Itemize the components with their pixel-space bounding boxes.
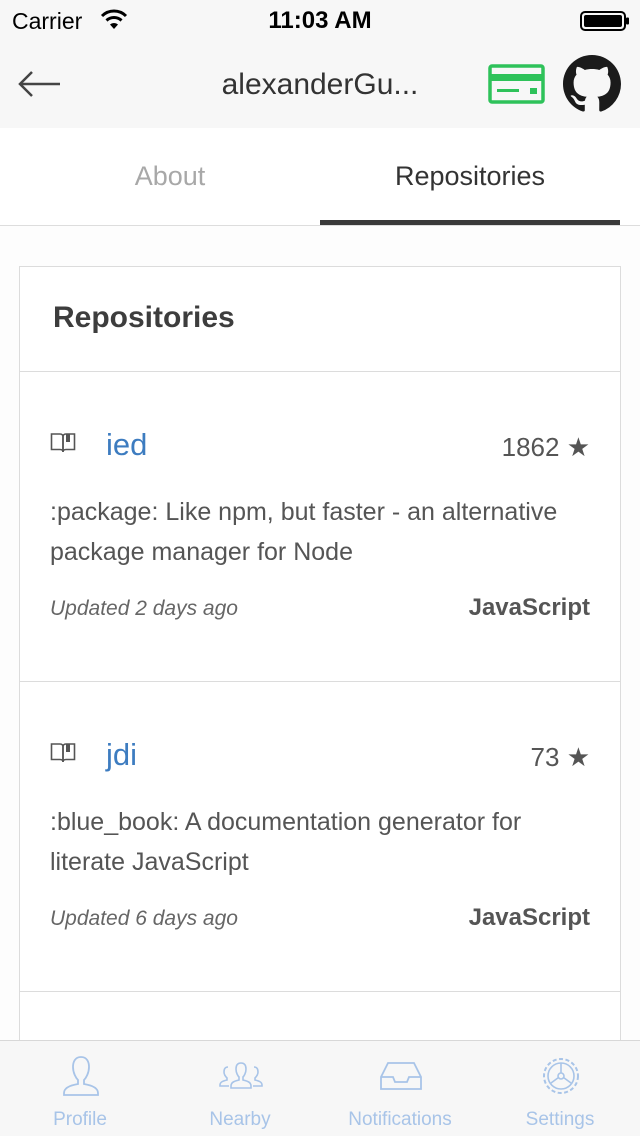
tabbar-label: Profile <box>53 1109 107 1130</box>
back-arrow-icon[interactable] <box>16 64 64 104</box>
repo-updated: Updated 6 days ago <box>50 907 238 930</box>
profile-tabs: About Repositories <box>0 128 640 226</box>
nearby-icon <box>219 1062 263 1089</box>
card-heading: Repositories <box>53 301 235 334</box>
status-bar: Carrier 11:03 AM <box>0 0 640 40</box>
repo-stars: 1862 ★ <box>501 432 590 462</box>
card-header: Repositories <box>20 267 620 372</box>
nav-bar: alexanderGu... <box>0 40 640 128</box>
content-area[interactable]: Repositories ied 1862 ★ :package: Like n… <box>0 226 640 1040</box>
bottom-tab-bar: Profile Nearby Notifications Settings <box>0 1040 640 1136</box>
clock: 11:03 AM <box>268 7 372 34</box>
tab-about[interactable]: About <box>20 128 320 225</box>
github-icon[interactable] <box>563 55 621 113</box>
repo-item[interactable]: ied 1862 ★ :package: Like npm, but faste… <box>20 372 620 682</box>
repo-language: JavaScript <box>468 594 590 621</box>
profile-icon <box>63 1056 99 1096</box>
book-icon <box>50 743 76 763</box>
tabbar-label: Notifications <box>348 1109 452 1130</box>
gear-icon <box>543 1058 579 1094</box>
repo-name[interactable]: ied <box>106 427 147 463</box>
tabbar-nearby[interactable]: Nearby <box>160 1041 320 1136</box>
tabbar-label: Nearby <box>209 1109 271 1130</box>
repo-name[interactable]: jdi <box>106 737 137 773</box>
tabbar-settings[interactable]: Settings <box>480 1041 640 1136</box>
book-icon <box>50 433 76 453</box>
tab-repositories[interactable]: Repositories <box>320 128 620 225</box>
active-tab-indicator <box>320 220 620 225</box>
inbox-icon <box>380 1062 422 1090</box>
tabbar-label: Settings <box>525 1109 595 1130</box>
repo-language: JavaScript <box>468 904 590 931</box>
battery-icon <box>580 11 629 31</box>
tabbar-profile[interactable]: Profile <box>0 1041 160 1136</box>
repo-stars: 73 ★ <box>530 742 590 772</box>
page-title: alexanderGu... <box>221 68 419 101</box>
tabbar-notifications[interactable]: Notifications <box>320 1041 480 1136</box>
repo-updated: Updated 2 days ago <box>50 597 238 620</box>
repositories-card: Repositories ied 1862 ★ :package: Like n… <box>19 266 621 1040</box>
credit-card-icon[interactable] <box>488 64 545 104</box>
repo-item[interactable]: jdi 73 ★ :blue_book: A documentation gen… <box>20 682 620 992</box>
repo-description: :blue_book: A documentation generator fo… <box>50 808 522 876</box>
repo-description: :package: Like npm, but faster - an alte… <box>50 498 558 566</box>
